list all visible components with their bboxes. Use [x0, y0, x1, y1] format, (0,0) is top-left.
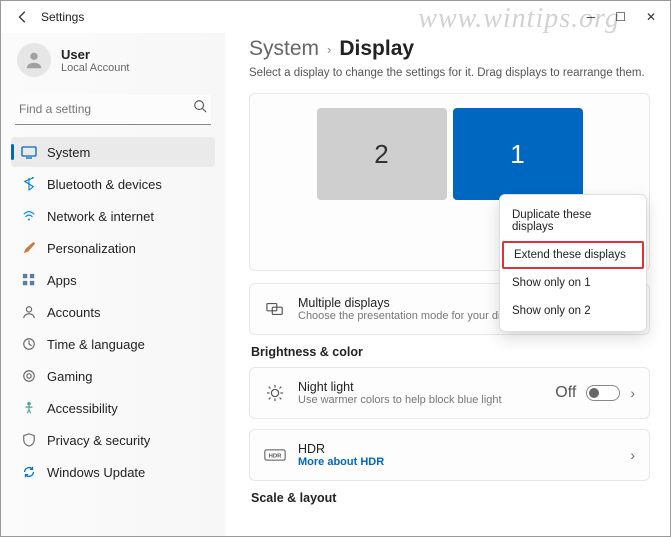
chevron-right-icon: › — [327, 42, 331, 57]
monitor-layout[interactable]: 2 1 — [264, 108, 635, 200]
nav-label: Accessibility — [47, 401, 118, 416]
section-scale: Scale & layout — [251, 491, 650, 505]
nav-update[interactable]: Windows Update — [11, 457, 215, 487]
display-arrangement-card: 2 1 Identify Duplicate these displays Ex… — [249, 93, 650, 271]
minimize-button[interactable]: ─ — [587, 10, 596, 24]
dropdown-show-2[interactable]: Show only on 2 — [500, 297, 646, 325]
maximize-button[interactable]: ☐ — [615, 10, 626, 24]
displays-icon — [264, 300, 286, 318]
hdr-icon: HDR — [264, 448, 286, 462]
update-icon — [21, 464, 37, 480]
bluetooth-icon — [21, 176, 37, 192]
gaming-icon — [21, 368, 37, 384]
accounts-icon — [21, 304, 37, 320]
row-title: HDR — [298, 442, 618, 456]
nav-personalization[interactable]: Personalization — [11, 233, 215, 263]
page-title: Display — [339, 37, 414, 61]
nav-time[interactable]: Time & language — [11, 329, 215, 359]
page-subtext: Select a display to change the settings … — [249, 67, 650, 79]
nav-label: Network & internet — [47, 209, 154, 224]
nav-label: Apps — [47, 273, 77, 288]
accessibility-icon — [21, 400, 37, 416]
night-light-row[interactable]: Night light Use warmer colors to help bl… — [249, 367, 650, 419]
breadcrumb-parent[interactable]: System — [249, 37, 319, 61]
arrow-left-icon — [16, 10, 30, 24]
sun-icon — [264, 384, 286, 402]
main-content: System › Display Select a display to cha… — [225, 33, 670, 536]
wifi-icon — [21, 208, 37, 224]
nav-label: Gaming — [47, 369, 93, 384]
nav-system[interactable]: System — [11, 137, 215, 167]
hdr-row[interactable]: HDR HDR More about HDR › — [249, 429, 650, 481]
close-button[interactable]: ✕ — [646, 10, 656, 24]
row-desc: Use warmer colors to help block blue lig… — [298, 394, 543, 406]
system-icon — [21, 144, 37, 160]
nav-accessibility[interactable]: Accessibility — [11, 393, 215, 423]
nav-gaming[interactable]: Gaming — [11, 361, 215, 391]
nav-label: Privacy & security — [47, 433, 150, 448]
nav-label: Bluetooth & devices — [47, 177, 162, 192]
clock-icon — [21, 336, 37, 352]
nav-apps[interactable]: Apps — [11, 265, 215, 295]
shield-icon — [21, 432, 37, 448]
hdr-link[interactable]: More about HDR — [298, 456, 618, 468]
nav-privacy[interactable]: Privacy & security — [11, 425, 215, 455]
nav-label: Time & language — [47, 337, 145, 352]
nav-label: Windows Update — [47, 465, 145, 480]
nav-label: System — [47, 145, 90, 160]
night-light-toggle[interactable] — [586, 385, 620, 401]
user-block[interactable]: User Local Account — [11, 37, 215, 91]
sidebar: User Local Account System Bluetooth & de… — [1, 33, 225, 536]
toggle-state: Off — [555, 384, 576, 402]
apps-icon — [21, 272, 37, 288]
nav-label: Accounts — [47, 305, 100, 320]
row-title: Night light — [298, 380, 543, 394]
avatar — [17, 43, 51, 77]
search-input[interactable] — [19, 102, 193, 116]
breadcrumb: System › Display — [249, 37, 650, 61]
nav-list: System Bluetooth & devices Network & int… — [11, 137, 215, 487]
monitor-1[interactable]: 1 — [453, 108, 583, 200]
nav-network[interactable]: Network & internet — [11, 201, 215, 231]
display-mode-dropdown: Duplicate these displays Extend these di… — [499, 194, 647, 332]
window-title: Settings — [41, 10, 84, 24]
brush-icon — [21, 240, 37, 256]
svg-text:HDR: HDR — [269, 454, 283, 460]
dropdown-extend[interactable]: Extend these displays — [502, 241, 644, 269]
user-name: User — [61, 47, 130, 62]
nav-bluetooth[interactable]: Bluetooth & devices — [11, 169, 215, 199]
chevron-right-icon[interactable]: › — [630, 447, 635, 463]
chevron-right-icon[interactable]: › — [630, 385, 635, 401]
dropdown-show-1[interactable]: Show only on 1 — [500, 269, 646, 297]
section-brightness: Brightness & color — [251, 345, 650, 359]
nav-label: Personalization — [47, 241, 136, 256]
search-icon — [193, 99, 207, 118]
person-icon — [23, 49, 45, 71]
search-box[interactable] — [15, 95, 211, 125]
back-button[interactable] — [9, 10, 37, 24]
nav-accounts[interactable]: Accounts — [11, 297, 215, 327]
dropdown-duplicate[interactable]: Duplicate these displays — [500, 201, 646, 241]
account-type: Local Account — [61, 62, 130, 74]
titlebar: Settings ─ ☐ ✕ — [1, 1, 670, 33]
monitor-2[interactable]: 2 — [317, 108, 447, 200]
